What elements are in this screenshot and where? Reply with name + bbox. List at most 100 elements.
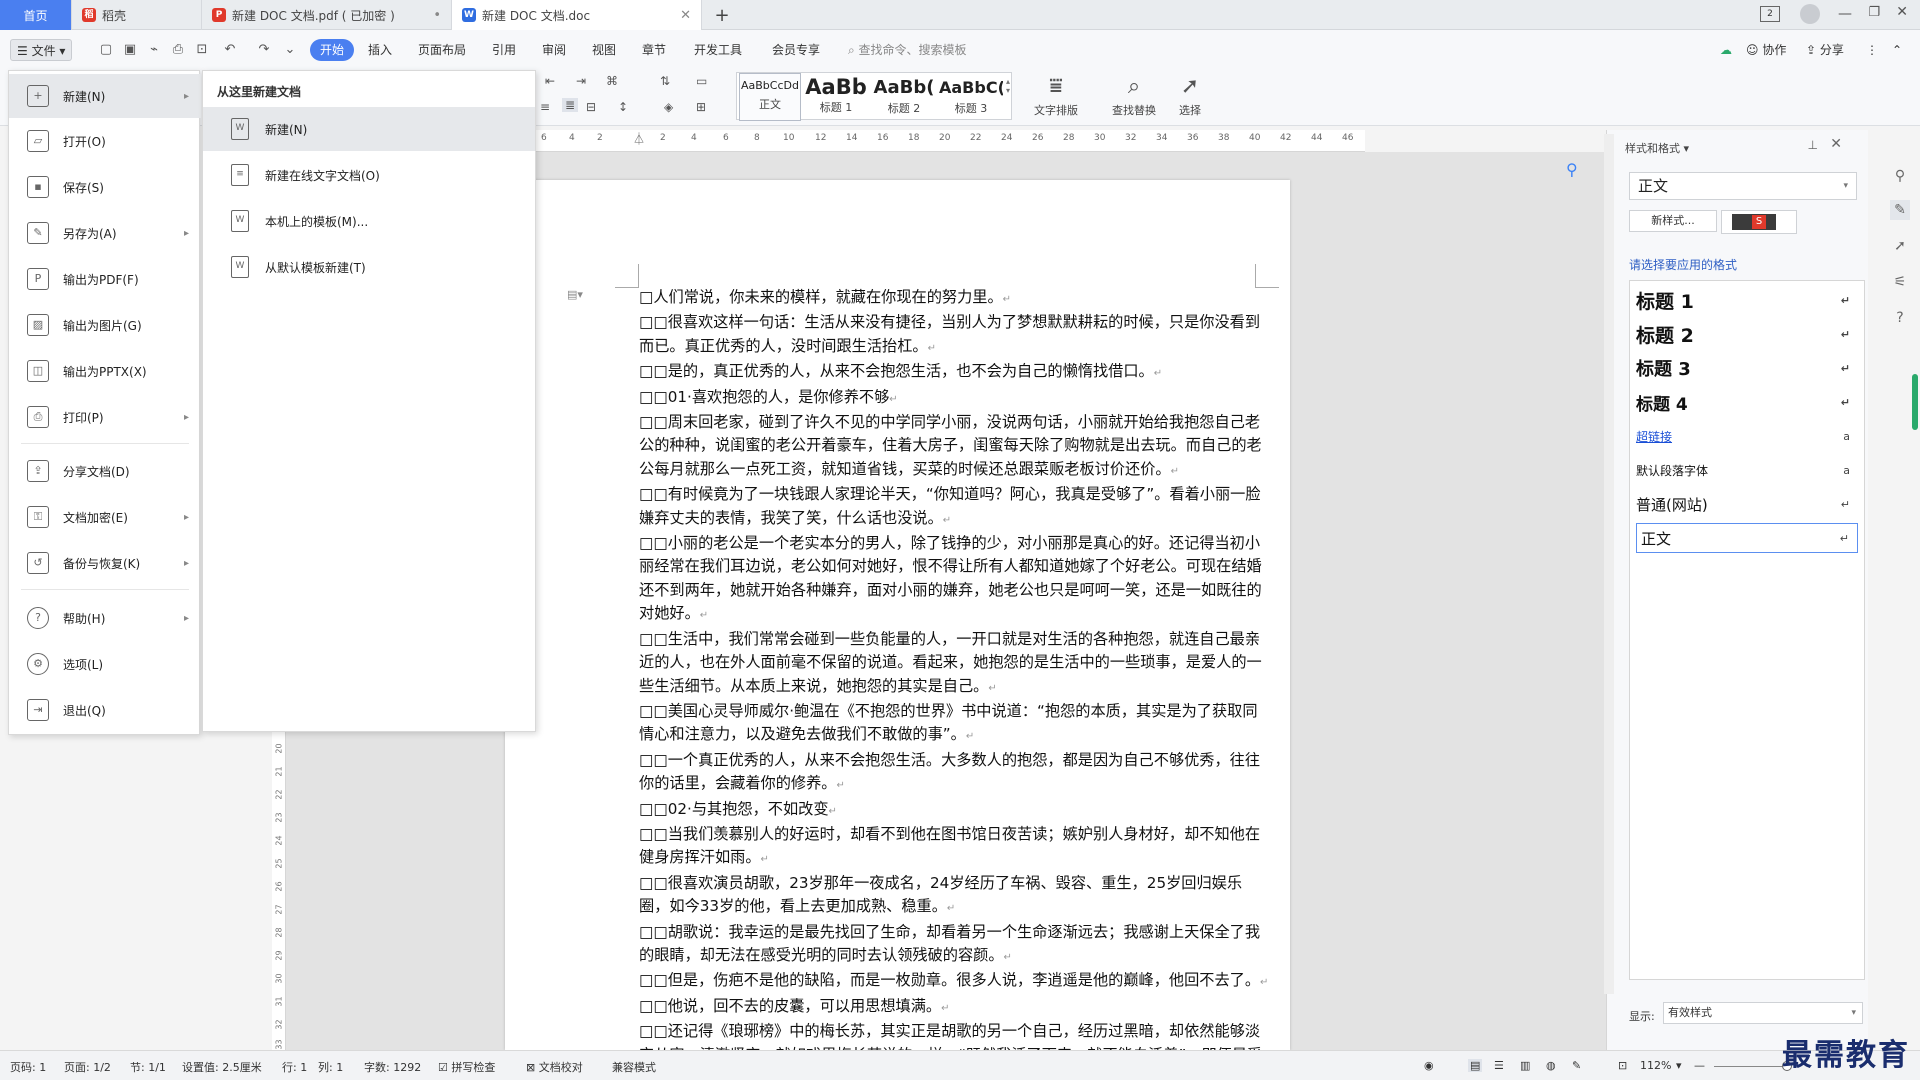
indent-increase-icon[interactable]: ⇥	[576, 74, 586, 88]
line-spacing-icon[interactable]: ↕	[618, 100, 628, 114]
outline-view-icon[interactable]: ☰	[1494, 1059, 1504, 1072]
tab-insert[interactable]: 插入	[368, 39, 392, 61]
zoom-out-icon[interactable]: —	[1694, 1059, 1705, 1072]
show-select[interactable]: 有效样式 ▾	[1663, 1002, 1863, 1024]
reading-view-icon[interactable]: ▥	[1520, 1059, 1530, 1072]
menu-item-exit[interactable]: ⇥ 退出(Q)	[9, 688, 201, 732]
tab-pdf[interactable]: P 新建 DOC 文档.pdf ( 已加密 ) •	[202, 0, 452, 30]
style-item-hyperlink[interactable]: 超链接 a	[1636, 421, 1858, 451]
help-icon[interactable]: ?	[1890, 308, 1910, 328]
style-normal[interactable]: AaBbCcDd 正文	[739, 73, 801, 121]
tab-view[interactable]: 视图	[592, 39, 616, 61]
menu-item-new[interactable]: + 新建(N) ▸	[9, 74, 201, 118]
tab-home[interactable]: 首页	[0, 0, 72, 30]
tab-chapter[interactable]: 章节	[642, 39, 666, 61]
format-painter-icon[interactable]: ⌁	[146, 42, 162, 58]
gallery-scroll-icon[interactable]: ▴ ▾	[1006, 77, 1010, 95]
style-item-normal-web[interactable]: 普通(网站) ↵	[1636, 489, 1858, 519]
chinese-layout-icon[interactable]: ⌘	[606, 74, 618, 88]
share-button[interactable]: ⇪ 分享	[1806, 39, 1844, 61]
tab-page-layout[interactable]: 页面布局	[418, 39, 466, 61]
style-item-heading4[interactable]: 标题 4 ↵	[1636, 387, 1858, 417]
customize-icon[interactable]: ⌄	[282, 42, 298, 58]
submenu-item-default-template[interactable]: W 从默认模板新建(T)	[203, 245, 535, 289]
menu-item-export-pdf[interactable]: P 输出为PDF(F)	[9, 257, 201, 301]
find-replace-button[interactable]: ⌕ 查找替换	[1106, 72, 1162, 118]
paragraph[interactable]: □□他说，回不去的皮囊，可以用思想填满。↵	[639, 995, 1269, 1020]
window-layout-icon[interactable]: 2	[1760, 6, 1780, 22]
side-progress-bar[interactable]	[1912, 374, 1918, 430]
tab-member[interactable]: 会员专享	[772, 39, 820, 61]
submenu-item-new[interactable]: W 新建(N)	[203, 107, 535, 151]
word-count[interactable]: 字数: 1292	[364, 1059, 421, 1075]
menu-item-open[interactable]: ▱ 打开(O)	[9, 119, 201, 163]
menu-item-backup[interactable]: ↺ 备份与恢复(K) ▸	[9, 541, 201, 585]
command-search[interactable]: ⌕ 查找命令、搜索模板	[848, 39, 967, 61]
paragraph[interactable]: □□但是，伤疤不是他的缺陷，而是一枚勋章。很多人说，李逍遥是他的巅峰，他回不去了…	[639, 969, 1269, 994]
paragraph[interactable]: □人们常说，你未来的模样，就藏在你现在的努力里。↵	[639, 286, 1269, 311]
print-icon[interactable]: ⎙	[170, 42, 186, 58]
pin-icon[interactable]: ⊥	[1808, 138, 1818, 152]
menu-item-save-as[interactable]: ✎ 另存为(A) ▸	[9, 211, 201, 255]
undo-icon[interactable]: ↶	[222, 42, 238, 58]
menu-item-encrypt[interactable]: ⚿ 文档加密(E) ▸	[9, 495, 201, 539]
style-heading2[interactable]: AaBb( 标题 2	[871, 73, 937, 121]
paragraph[interactable]: □□有时候竟为了一块钱跟人家理论半天，“你知道吗？阿心，我真是受够了”。看着小丽…	[639, 483, 1269, 532]
tab-doc[interactable]: W 新建 DOC 文档.doc ✕	[452, 0, 702, 30]
submenu-item-new-online[interactable]: ≡ 新建在线文字文档(O)	[203, 153, 535, 197]
web-view-icon[interactable]: ◍	[1546, 1059, 1556, 1072]
minimize-icon[interactable]: —	[1838, 6, 1852, 22]
proofread-button[interactable]: ⊠ 文档校对	[526, 1059, 583, 1075]
save-icon[interactable]: ▣	[122, 42, 138, 58]
pen-icon[interactable]: ✎	[1890, 200, 1910, 220]
tab-daoke[interactable]: 稻稻壳	[72, 0, 202, 30]
menu-item-help[interactable]: ? 帮助(H) ▸	[9, 596, 201, 640]
cursor-icon[interactable]: ➚	[1890, 236, 1910, 256]
tab-start[interactable]: 开始	[310, 39, 355, 61]
paragraph[interactable]: □□胡歌说：我幸运的是最先找回了生命，却看着另一个生命逐渐远去；我感谢上天保全了…	[639, 921, 1269, 970]
page-count[interactable]: 页面: 1/2	[64, 1059, 111, 1075]
paragraph[interactable]: □□美国心灵导师威尔·鲍温在《不抱怨的世界》书中说道：“抱怨的本质，其实是为了获…	[639, 700, 1269, 749]
style-item-normal[interactable]: 正文 ↵	[1636, 523, 1858, 553]
more-icon[interactable]: ⋮	[1866, 39, 1878, 61]
zoom-dropdown-icon[interactable]: ▾	[1676, 1059, 1682, 1072]
tab-references[interactable]: 引用	[492, 39, 516, 61]
style-item-default-font[interactable]: 默认段落字体 a	[1636, 455, 1858, 485]
location-pin-icon[interactable]: ⚲	[1566, 160, 1578, 179]
menu-item-export-pptx[interactable]: ◫ 输出为PPTX(X)	[9, 349, 201, 393]
align-right-icon[interactable]: ≡	[540, 100, 550, 114]
spell-check-button[interactable]: ☑ 拼写检查	[438, 1059, 495, 1075]
paragraph[interactable]: □□很喜欢演员胡歌，23岁那年一夜成名，24岁经历了车祸、毁容、重生，25岁回归…	[639, 872, 1269, 921]
fit-page-icon[interactable]: ⊡	[1618, 1059, 1627, 1072]
pin-style-icon[interactable]: ⚲	[1890, 166, 1910, 186]
document-body[interactable]: □人们常说，你未来的模样，就藏在你现在的努力里。↵ □□很喜欢这样一句话：生活从…	[639, 286, 1269, 1080]
zoom-slider[interactable]	[1714, 1066, 1790, 1067]
eye-icon[interactable]: ◉	[1424, 1059, 1434, 1072]
paragraph[interactable]: □□当我们羡慕别人的好运时，却看不到他在图书馆日夜苦读；嫉妒别人身材好，却不知他…	[639, 823, 1269, 872]
text-layout-button[interactable]: ⩸ 文字排版	[1028, 72, 1084, 118]
style-heading3[interactable]: AaBbC( 标题 3	[939, 73, 1003, 121]
style-item-heading2[interactable]: 标题 2 ↵	[1636, 319, 1858, 349]
distributed-icon[interactable]: ⊟	[586, 100, 596, 114]
new-tab-button[interactable]: +	[702, 0, 742, 30]
close-window-icon[interactable]: ✕	[1896, 4, 1908, 20]
paragraph-handle-icon[interactable]: ▤▾	[567, 288, 583, 301]
close-icon[interactable]: ✕	[1830, 136, 1842, 152]
close-icon[interactable]: ✕	[680, 8, 691, 23]
menu-item-print[interactable]: ⎙ 打印(P) ▸	[9, 395, 201, 439]
document-page[interactable]: ▤▾ □人们常说，你未来的模样，就藏在你现在的努力里。↵ □□很喜欢这样一句话：…	[505, 180, 1290, 1080]
show-marks-icon[interactable]: ▭	[696, 74, 707, 88]
adjust-icon[interactable]: ⚟	[1890, 272, 1910, 292]
redo-icon[interactable]: ↷	[256, 42, 272, 58]
avatar[interactable]	[1800, 4, 1820, 24]
collapse-ribbon-icon[interactable]: ⌃	[1892, 39, 1902, 61]
tab-developer[interactable]: 开发工具	[694, 39, 742, 61]
sort-icon[interactable]: ⇅	[660, 74, 670, 88]
current-style-select[interactable]: 正文 ▾	[1629, 172, 1857, 200]
paragraph[interactable]: □□生活中，我们常常会碰到一些负能量的人，一开口就是对生活的各种抱怨，就连自己最…	[639, 628, 1269, 700]
select-button[interactable]: ➚ 选择	[1162, 72, 1218, 118]
ime-widget[interactable]: S	[1721, 210, 1797, 234]
menu-item-save[interactable]: ▪ 保存(S)	[9, 165, 201, 209]
shading-icon[interactable]: ◈	[664, 100, 673, 114]
new-style-button[interactable]: 新样式...	[1629, 210, 1717, 232]
